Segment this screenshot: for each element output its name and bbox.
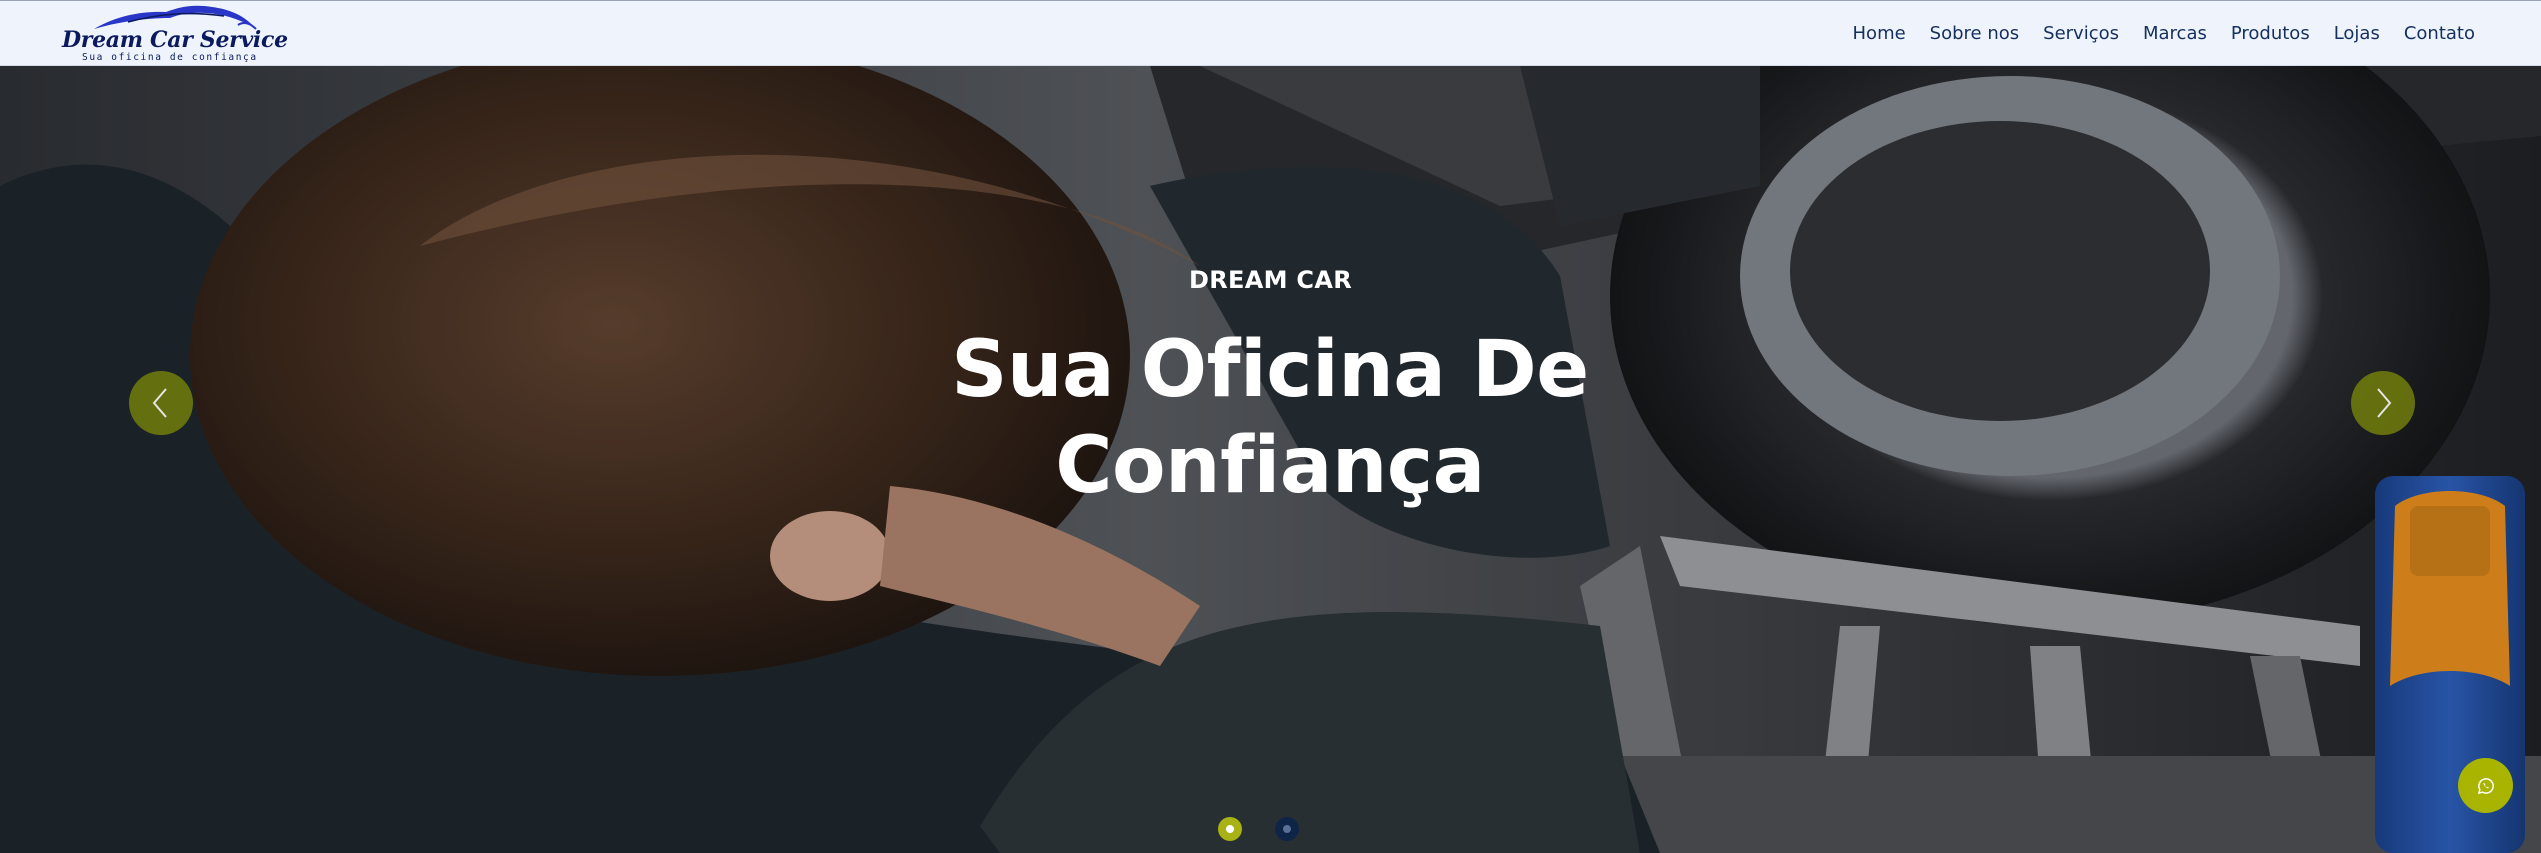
- brand-logo[interactable]: Dream Car Service Sua oficina de confian…: [60, 5, 288, 63]
- nav-link-produtos[interactable]: Produtos: [2231, 23, 2310, 44]
- whatsapp-icon: [2477, 777, 2494, 794]
- chevron-right-icon: [2377, 388, 2392, 418]
- carousel-dot-1[interactable]: [1218, 817, 1242, 841]
- nav-link-marcas[interactable]: Marcas: [2143, 23, 2207, 44]
- hero-carousel: DREAM CAR Sua Oficina De Confiança: [0, 66, 2541, 853]
- carousel-prev-button[interactable]: [129, 371, 193, 435]
- nav-link-lojas[interactable]: Lojas: [2334, 23, 2380, 44]
- nav-item-produtos: Produtos: [2231, 23, 2310, 44]
- nav-link-home[interactable]: Home: [1853, 23, 1906, 44]
- nav-item-marcas: Marcas: [2143, 23, 2207, 44]
- nav-item-lojas: Lojas: [2334, 23, 2380, 44]
- brand-title: Dream Car Service: [62, 27, 288, 53]
- whatsapp-button[interactable]: [2458, 758, 2513, 813]
- carousel-dot-2[interactable]: [1275, 817, 1299, 841]
- carousel-dot-1-center: [1226, 825, 1234, 833]
- main-nav: Home Sobre nos Serviços Marcas Produtos …: [1853, 1, 2475, 65]
- nav-link-contato[interactable]: Contato: [2404, 23, 2475, 44]
- carousel-indicators: [1218, 817, 1299, 841]
- carousel-next-button[interactable]: [2351, 371, 2415, 435]
- brand-tagline: Sua oficina de confiança: [82, 52, 258, 63]
- nav-item-contato: Contato: [2404, 23, 2475, 44]
- nav-item-servicos: Serviços: [2043, 23, 2119, 44]
- hero-headline: Sua Oficina De Confiança: [951, 325, 1589, 511]
- nav-item-home: Home: [1853, 23, 1906, 44]
- nav-link-servicos[interactable]: Serviços: [2043, 23, 2119, 44]
- carousel-dot-2-center: [1283, 825, 1291, 833]
- chevron-left-icon: [152, 388, 167, 418]
- hero-eyebrow: DREAM CAR: [1189, 266, 1352, 294]
- nav-item-sobre-nos: Sobre nos: [1930, 23, 2019, 44]
- nav-link-sobre-nos[interactable]: Sobre nos: [1930, 23, 2019, 44]
- top-navbar: Dream Car Service Sua oficina de confian…: [0, 0, 2541, 66]
